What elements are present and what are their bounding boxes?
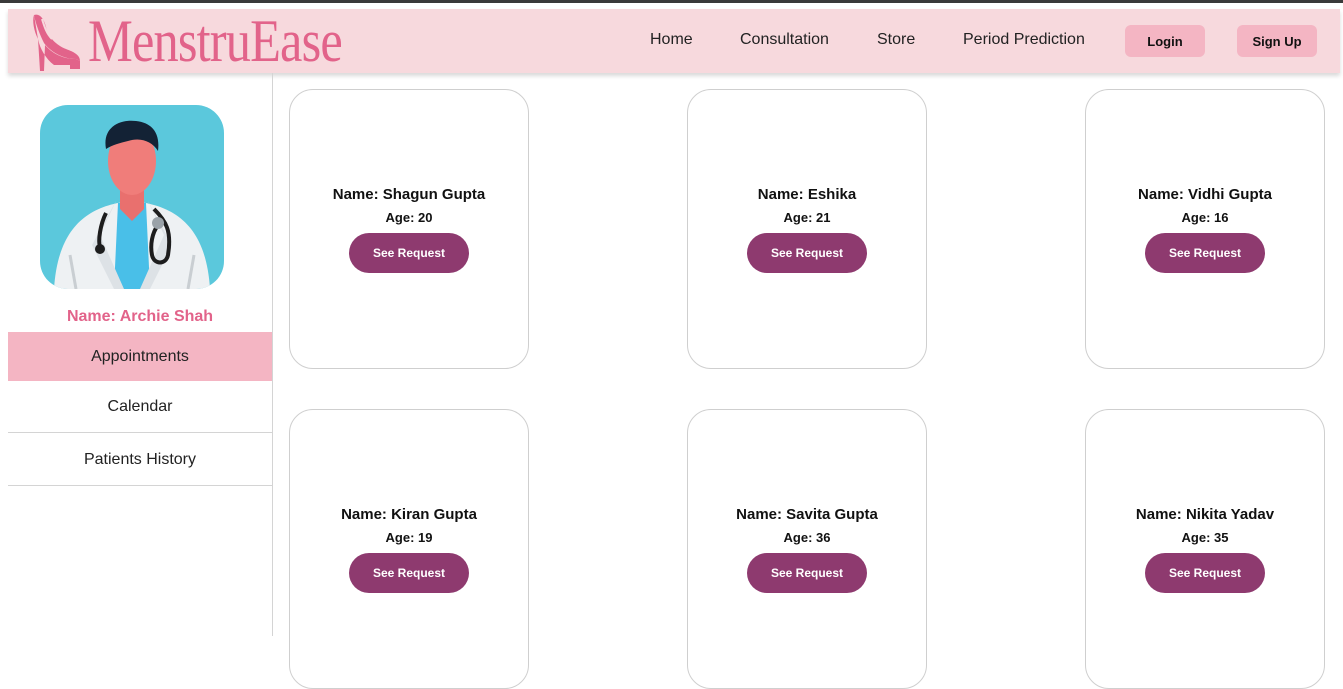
see-request-button[interactable]: See Request [349, 553, 469, 593]
patient-age: Age: 35 [1181, 530, 1229, 545]
signup-button[interactable]: Sign Up [1237, 25, 1317, 57]
doctor-name: Name: Archie Shah [66, 308, 214, 325]
doctor-avatar [40, 105, 224, 289]
see-request-button[interactable]: See Request [747, 553, 867, 593]
patient-card: Name: Kiran Gupta Age: 19 See Request [289, 409, 529, 689]
patient-card: Name: Savita Gupta Age: 36 See Request [687, 409, 927, 689]
patient-card: Name: Eshika Age: 21 See Request [687, 89, 927, 369]
login-button[interactable]: Login [1125, 25, 1205, 57]
patient-card: Name: Shagun Gupta Age: 20 See Request [289, 89, 529, 369]
patient-age: Age: 36 [783, 530, 831, 545]
patient-name: Name: Eshika [757, 186, 857, 203]
sidebar-item-label: Appointments [91, 347, 189, 365]
see-request-button[interactable]: See Request [1145, 233, 1265, 273]
window-top-border [0, 0, 1343, 3]
sidebar-item-patients-history[interactable]: Patients History [8, 434, 272, 486]
see-request-button[interactable]: See Request [1145, 553, 1265, 593]
nav-store-link[interactable]: Store [877, 31, 915, 49]
nav-home-link[interactable]: Home [650, 31, 693, 49]
sidebar-item-calendar[interactable]: Calendar [8, 381, 272, 433]
patient-age: Age: 19 [385, 530, 433, 545]
patient-age: Age: 20 [385, 210, 433, 225]
nav-consultation-link[interactable]: Consultation [740, 31, 829, 49]
see-request-button[interactable]: See Request [349, 233, 469, 273]
sidebar-item-label: Patients History [83, 450, 197, 468]
patient-name: Name: Kiran Gupta [341, 506, 477, 523]
brand-name: MenstruEase [88, 8, 343, 74]
patient-age: Age: 21 [783, 210, 831, 225]
sidebar-item-label: Calendar [107, 397, 173, 415]
sidebar-item-appointments[interactable]: Appointments [8, 332, 272, 381]
patient-name: Name: Savita Gupta [736, 506, 878, 523]
patient-card: Name: Nikita Yadav Age: 35 See Request [1085, 409, 1325, 689]
patient-name: Name: Shagun Gupta [332, 186, 486, 203]
brand-logo[interactable]: MenstruEase [30, 9, 390, 73]
nav-period-prediction-link[interactable]: Period Prediction [963, 31, 1085, 49]
patient-name: Name: Vidhi Gupta [1138, 186, 1272, 203]
patient-name: Name: Nikita Yadav [1135, 506, 1275, 523]
patient-age: Age: 16 [1181, 210, 1229, 225]
navbar: MenstruEase Home Consultation Store Peri… [8, 9, 1340, 73]
patient-card: Name: Vidhi Gupta Age: 16 See Request [1085, 89, 1325, 369]
high-heel-icon [33, 14, 80, 71]
see-request-button[interactable]: See Request [747, 233, 867, 273]
sidebar: Name: Archie Shah Appointments Calendar … [8, 73, 273, 636]
